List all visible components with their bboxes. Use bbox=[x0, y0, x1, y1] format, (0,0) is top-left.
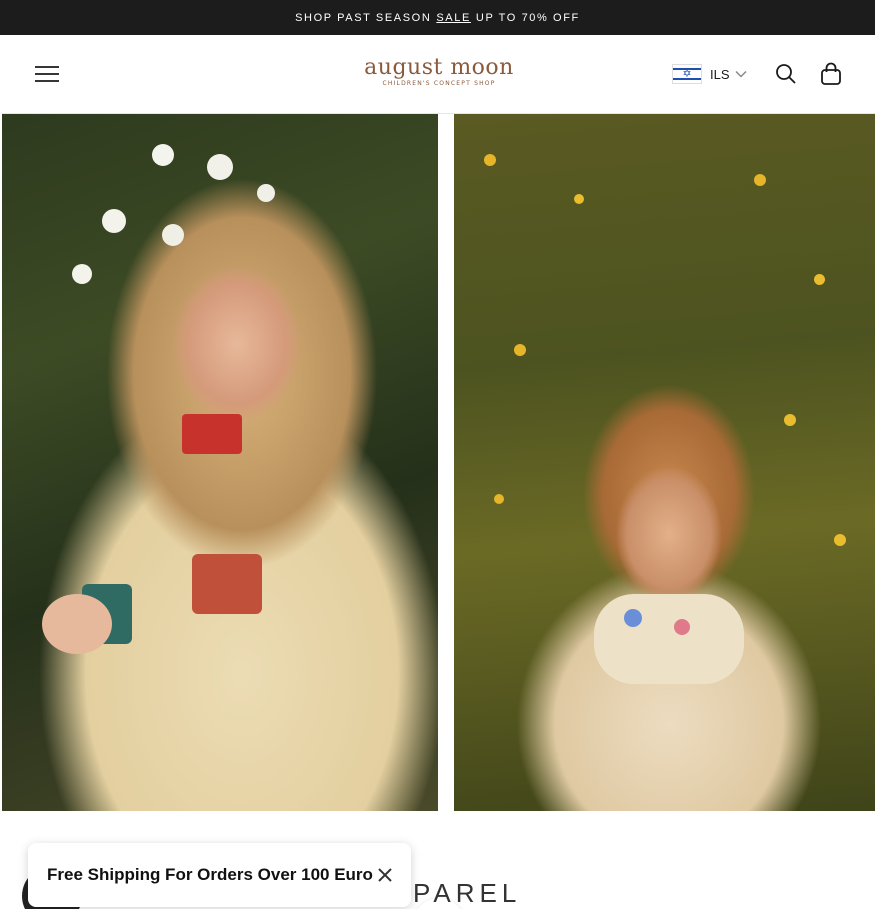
girl-sitting-by-flowers-photo bbox=[454, 114, 875, 811]
free-shipping-banner: Free Shipping For Orders Over 100 Euro bbox=[28, 843, 411, 907]
site-logo[interactable]: august moon CHILDREN'S CONCEPT SHOP bbox=[364, 57, 514, 91]
girl-with-daisies-photo bbox=[2, 114, 438, 811]
currency-selector[interactable]: ✡ ILS bbox=[672, 63, 748, 85]
section-heading: PAREL bbox=[413, 878, 522, 908]
free-shipping-text: Free Shipping For Orders Over 100 Euro bbox=[47, 865, 373, 884]
announcement-prefix: SHOP PAST SEASON bbox=[295, 11, 432, 24]
currency-code: ILS bbox=[710, 66, 730, 82]
site-header: august moon CHILDREN'S CONCEPT SHOP ✡ IL… bbox=[2, 35, 875, 114]
announcement-bar: SHOP PAST SEASON SALE UP TO 70% OFF bbox=[0, 0, 875, 35]
search-icon[interactable] bbox=[774, 62, 798, 86]
close-icon[interactable] bbox=[375, 865, 395, 885]
chevron-down-icon bbox=[734, 70, 747, 78]
announcement-sale-link[interactable]: SALE bbox=[436, 12, 471, 24]
israel-flag-icon: ✡ bbox=[672, 64, 702, 84]
announcement-suffix: UP TO 70% OFF bbox=[475, 11, 580, 24]
hamburger-menu-icon[interactable] bbox=[34, 62, 60, 86]
logo-tagline: CHILDREN'S CONCEPT SHOP bbox=[382, 80, 496, 87]
hero-section bbox=[2, 114, 875, 909]
logo-wordmark: august moon bbox=[364, 55, 514, 80]
shopping-bag-icon[interactable] bbox=[819, 61, 843, 87]
